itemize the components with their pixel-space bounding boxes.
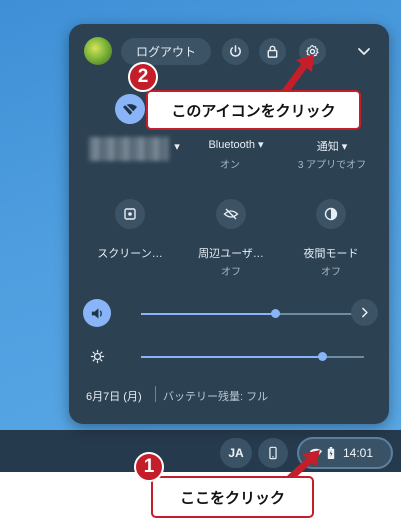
- lock-icon: [267, 45, 278, 58]
- gear-icon: [306, 44, 319, 58]
- volume-mute-button[interactable]: [83, 299, 111, 327]
- volume-slider-thumb[interactable]: [271, 309, 280, 318]
- night-light-status: オフ: [321, 267, 341, 278]
- network-dropdown-caret[interactable]: ▾: [171, 140, 183, 153]
- logout-button[interactable]: ログアウト: [121, 38, 211, 65]
- wifi-off-icon: [123, 103, 137, 115]
- collapse-chevron-icon[interactable]: [356, 43, 372, 59]
- audio-settings-button[interactable]: [351, 299, 378, 326]
- network-name-redacted: [89, 137, 169, 161]
- step1-number-badge: 1: [134, 452, 164, 482]
- bluetooth-status: オン: [220, 160, 240, 171]
- brightness-icon-holder: [83, 342, 111, 370]
- night-light-label: 夜間モード: [303, 248, 359, 260]
- lock-button[interactable]: [259, 38, 286, 65]
- brightness-icon: [90, 349, 104, 363]
- step2-number-badge: 2: [128, 62, 158, 92]
- phone-icon: [269, 446, 277, 460]
- wifi-icon: [309, 448, 323, 459]
- screen-capture-icon: [124, 208, 136, 220]
- battery-status: バッテリー残量: フル: [163, 391, 269, 403]
- brightness-slider-fill: [141, 356, 322, 358]
- night-light-icon: [324, 207, 338, 221]
- battery-icon: [327, 447, 335, 459]
- step1-callout-text: ここをクリック: [179, 489, 285, 507]
- power-icon: [230, 45, 241, 57]
- screen: ログアウト ▾ Bluetooth ▾ オン 通知 ▾ 3 アプリでオフ スクリ…: [0, 0, 401, 526]
- settings-button[interactable]: [299, 38, 326, 65]
- nearby-share-tile-button[interactable]: [216, 199, 246, 229]
- chevron-right-icon: [362, 307, 368, 318]
- nearby-share-status: オフ: [221, 267, 241, 278]
- phone-hub-button[interactable]: [258, 438, 288, 468]
- power-button[interactable]: [222, 38, 249, 65]
- step2-callout-text: このアイコンをクリック: [171, 102, 336, 120]
- system-tray-button[interactable]: 14:01: [297, 437, 393, 469]
- step2-callout: このアイコンをクリック: [146, 90, 361, 130]
- volume-slider-fill: [141, 313, 275, 315]
- notification-label[interactable]: 通知 ▾: [286, 138, 378, 154]
- footer-divider: [155, 386, 156, 402]
- wifi-tile-button[interactable]: [115, 94, 145, 124]
- brightness-slider-thumb[interactable]: [318, 352, 327, 361]
- bluetooth-label[interactable]: Bluetooth ▾: [190, 138, 282, 151]
- screen-capture-label: スクリーン…: [97, 248, 163, 260]
- volume-icon: [91, 307, 102, 319]
- user-avatar[interactable]: [84, 37, 112, 65]
- night-light-tile-button[interactable]: [316, 199, 346, 229]
- nearby-share-off-icon: [223, 208, 239, 220]
- ime-indicator[interactable]: JA: [220, 438, 252, 468]
- date-label[interactable]: 6月7日 (月): [86, 388, 142, 404]
- step1-callout: ここをクリック: [151, 476, 314, 518]
- notification-status: 3 アプリでオフ: [297, 160, 367, 171]
- clock: 14:01: [343, 446, 374, 460]
- screen-capture-tile-button[interactable]: [115, 199, 145, 229]
- nearby-share-label: 周辺ユーザ…: [198, 248, 264, 260]
